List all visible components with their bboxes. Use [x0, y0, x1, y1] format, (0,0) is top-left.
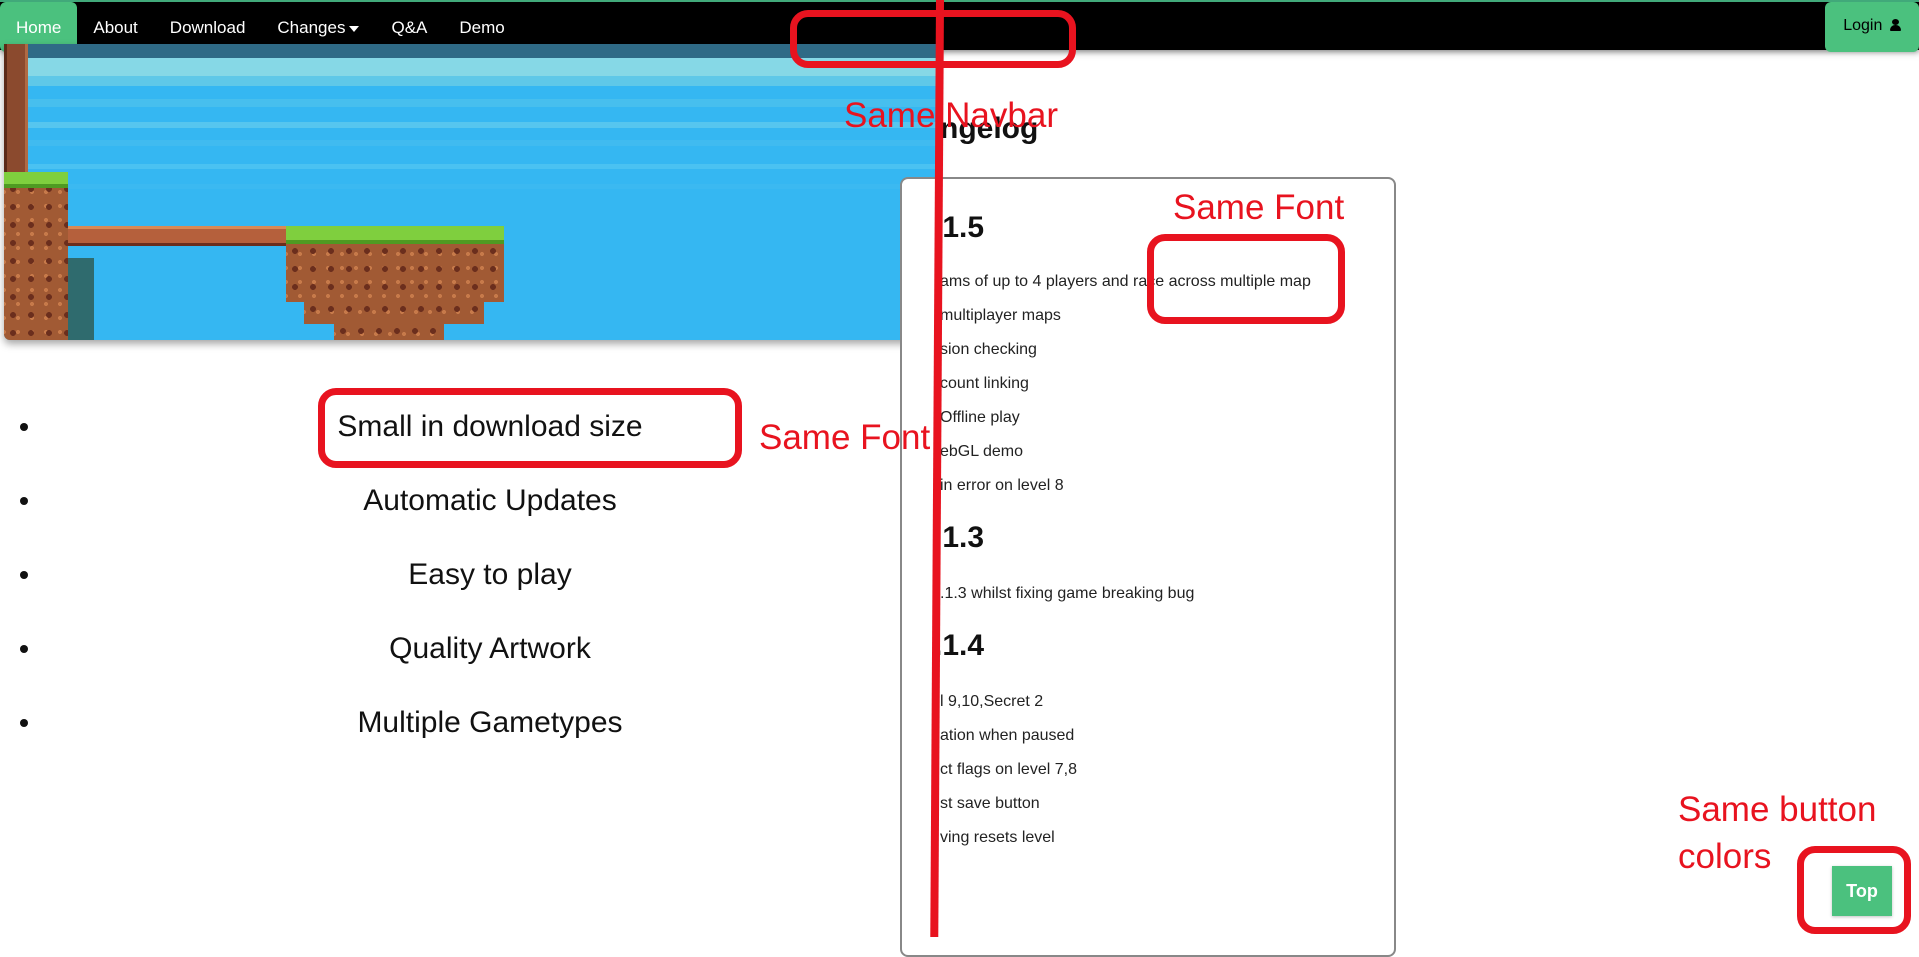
feature-item: Multiple Gametypes: [0, 686, 940, 760]
version-heading: .1.4: [934, 629, 985, 662]
changelog-entry: ct flags on level 7,8: [940, 761, 1077, 778]
changelog-entry: sion checking: [940, 341, 1037, 358]
login-label: Login: [1843, 17, 1883, 34]
changelog-entry: l 9,10,Secret 2: [940, 693, 1044, 710]
floating-island: [286, 242, 504, 302]
caret-down-icon: [349, 25, 360, 32]
changelog-entry: in error on level 8: [940, 477, 1064, 494]
water-stripe: [4, 140, 938, 146]
changelog-entry: count linking: [940, 375, 1029, 392]
annotation-line: Same button: [1678, 790, 1877, 829]
water-stripe: [4, 122, 938, 128]
changelog-entry: ving resets level: [940, 829, 1055, 846]
feature-item: Easy to play: [0, 538, 940, 612]
annotation-box-font-left: [318, 388, 742, 468]
floating-island-lower: [304, 300, 484, 324]
feature-item: Automatic Updates: [0, 464, 940, 538]
feature-item: Quality Artwork: [0, 612, 940, 686]
user-icon: [1889, 19, 1901, 31]
annotation-same-font-left: Same Font: [759, 418, 931, 457]
water-stripe: [4, 184, 938, 189]
changelog-entry: ebGL demo: [940, 443, 1024, 460]
foliage: [68, 258, 94, 340]
changelog-entry: ation when paused: [940, 727, 1075, 744]
water-stripe: [4, 99, 938, 107]
changelog-entry: st save button: [940, 795, 1040, 812]
annotation-same-navbar: Same Navbar: [844, 96, 1058, 135]
version-heading: .1.3: [934, 521, 985, 554]
left-grass: [4, 172, 68, 188]
floating-island-tip: [334, 322, 444, 340]
login-button[interactable]: Login: [1825, 2, 1919, 52]
annotation-box-font-right: [1147, 234, 1345, 324]
changelog-entry: multiplayer maps: [940, 307, 1061, 324]
game-banner-image: [4, 44, 938, 340]
island-grass: [286, 226, 504, 244]
water-stripe: [4, 76, 938, 86]
changelog-entry: Offline play: [940, 409, 1020, 426]
nav-changes-label: Changes: [277, 18, 346, 37]
wooden-plank: [34, 226, 294, 246]
left-ground: [4, 180, 68, 340]
wooden-pole: [4, 44, 28, 172]
changelog-entry: .1.3 whilst fixing game breaking bug: [940, 585, 1195, 602]
annotation-same-font-right: Same Font: [1173, 188, 1345, 227]
water-stripe: [4, 164, 938, 169]
annotation-box-navbar: [790, 10, 1076, 68]
annotation-box-button: [1797, 846, 1911, 934]
